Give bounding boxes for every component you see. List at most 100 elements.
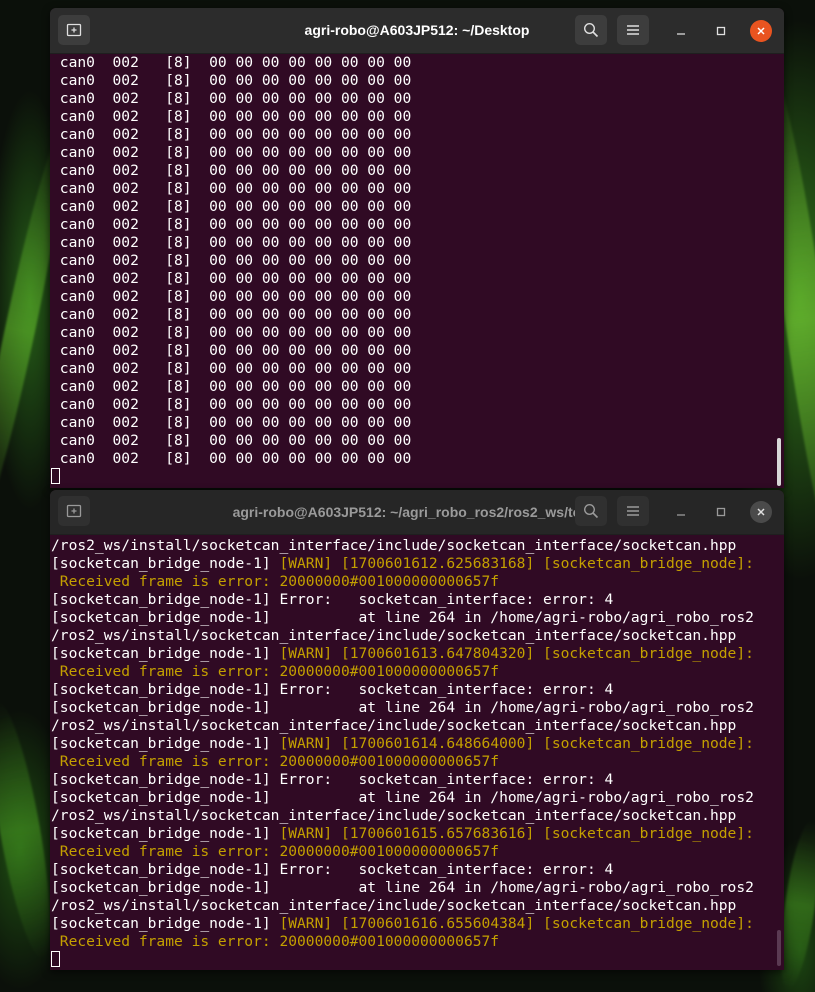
new-tab-icon [66, 23, 82, 37]
terminal-line: /ros2_ws/install/socketcan_interface/inc… [50, 537, 784, 555]
log-text: [socketcan_bridge_node-1] [51, 555, 280, 572]
search-icon [583, 22, 599, 38]
search-button[interactable] [575, 496, 607, 526]
maximize-icon [716, 26, 726, 36]
terminal-line: [socketcan_bridge_node-1] [WARN] [170060… [50, 825, 784, 843]
terminal-line: can0 002 [8] 00 00 00 00 00 00 00 00 [51, 252, 412, 269]
log-text: [socketcan_bridge_node-1] Error: socketc… [51, 771, 614, 788]
terminal-line: can0 002 [8] 00 00 00 00 00 00 00 00 [51, 432, 412, 449]
terminal-line: [socketcan_bridge_node-1] Error: socketc… [50, 861, 784, 879]
log-text: [socketcan_bridge_node-1] at line 264 in… [51, 879, 754, 896]
log-text: [socketcan_bridge_node-1] at line 264 in… [51, 699, 754, 716]
log-text: [socketcan_bridge_node-1] [51, 645, 280, 662]
warn-text: Received frame is error: 20000000#001000… [51, 753, 500, 770]
log-text: [socketcan_bridge_node-1] Error: socketc… [51, 861, 614, 878]
new-tab-button[interactable] [58, 496, 90, 526]
log-text: /ros2_ws/install/socketcan_interface/inc… [51, 537, 737, 554]
terminal-line: can0 002 [8] 00 00 00 00 00 00 00 00 [51, 216, 412, 233]
log-text: /ros2_ws/install/socketcan_interface/inc… [51, 627, 737, 644]
menu-button[interactable] [617, 15, 649, 45]
maximize-button[interactable] [712, 503, 730, 521]
terminal-line: /ros2_ws/install/socketcan_interface/inc… [50, 717, 784, 735]
log-text: [socketcan_bridge_node-1] [51, 915, 280, 932]
warn-text: Received frame is error: 20000000#001000… [51, 573, 500, 590]
maximize-button[interactable] [712, 22, 730, 40]
terminal-line: [socketcan_bridge_node-1] at line 264 in… [50, 789, 784, 807]
close-icon [757, 27, 765, 35]
minimize-button[interactable] [672, 503, 690, 521]
terminal-line: can0 002 [8] 00 00 00 00 00 00 00 00 [51, 180, 412, 197]
warn-text: [WARN] [1700601613.647804320] [socketcan… [279, 645, 754, 662]
warn-text: [WARN] [1700601612.625683168] [socketcan… [279, 555, 754, 572]
scrollbar-thumb[interactable] [777, 438, 781, 486]
minimize-button[interactable] [672, 22, 690, 40]
terminal-line: [socketcan_bridge_node-1] at line 264 in… [50, 699, 784, 717]
warn-text: [WARN] [1700601614.648664000] [socketcan… [279, 735, 754, 752]
terminal-window-ros2[interactable]: agri-robo@A603JP512: ~/agri_robo_ros2/ro… [50, 490, 784, 970]
terminal-line: Received frame is error: 20000000#001000… [50, 573, 784, 591]
log-text: [socketcan_bridge_node-1] at line 264 in… [51, 789, 754, 806]
prompt-line [50, 468, 784, 486]
scrollbar-thumb[interactable] [777, 930, 781, 966]
terminal-line: Received frame is error: 20000000#001000… [50, 663, 784, 681]
terminal-line: [socketcan_bridge_node-1] at line 264 in… [50, 609, 784, 627]
terminal-line: can0 002 [8] 00 00 00 00 00 00 00 00 [51, 126, 412, 143]
terminal-line: can0 002 [8] 00 00 00 00 00 00 00 00 [51, 72, 412, 89]
warn-text: [WARN] [1700601615.657683616] [socketcan… [279, 825, 754, 842]
terminal-line: [socketcan_bridge_node-1] Error: socketc… [50, 681, 784, 699]
terminal-line: [socketcan_bridge_node-1] [WARN] [170060… [50, 915, 784, 933]
terminal-line: Received frame is error: 20000000#001000… [50, 753, 784, 771]
window-titlebar[interactable]: agri-robo@A603JP512: ~/agri_robo_ros2/ro… [50, 490, 784, 535]
terminal-window-candump[interactable]: agri-robo@A603JP512: ~/Desktop can0 002 … [50, 8, 784, 488]
window-titlebar[interactable]: agri-robo@A603JP512: ~/Desktop [50, 8, 784, 54]
terminal-line: can0 002 [8] 00 00 00 00 00 00 00 00 [51, 288, 412, 305]
terminal-line: can0 002 [8] 00 00 00 00 00 00 00 00 [51, 162, 412, 179]
terminal-line: [socketcan_bridge_node-1] [WARN] [170060… [50, 735, 784, 753]
terminal-line: [socketcan_bridge_node-1] at line 264 in… [50, 879, 784, 897]
log-text: /ros2_ws/install/socketcan_interface/inc… [51, 717, 737, 734]
close-button[interactable] [750, 20, 772, 42]
terminal-line: can0 002 [8] 00 00 00 00 00 00 00 00 [51, 270, 412, 287]
log-text: [socketcan_bridge_node-1] at line 264 in… [51, 609, 754, 626]
terminal-output[interactable]: can0 002 [8] 00 00 00 00 00 00 00 00 can… [50, 54, 784, 488]
terminal-cursor [51, 468, 60, 484]
terminal-line: can0 002 [8] 00 00 00 00 00 00 00 00 [51, 450, 412, 467]
terminal-output[interactable]: /ros2_ws/install/socketcan_interface/inc… [50, 535, 784, 970]
terminal-line: can0 002 [8] 00 00 00 00 00 00 00 00 [51, 90, 412, 107]
terminal-line: can0 002 [8] 00 00 00 00 00 00 00 00 [51, 342, 412, 359]
warn-text: Received frame is error: 20000000#001000… [51, 843, 500, 860]
terminal-line: can0 002 [8] 00 00 00 00 00 00 00 00 [51, 234, 412, 251]
search-button[interactable] [575, 15, 607, 45]
terminal-line: can0 002 [8] 00 00 00 00 00 00 00 00 [51, 378, 412, 395]
log-text: [socketcan_bridge_node-1] [51, 825, 280, 842]
log-text: /ros2_ws/install/socketcan_interface/inc… [51, 807, 737, 824]
terminal-line: Received frame is error: 20000000#001000… [50, 933, 784, 951]
menu-button[interactable] [617, 496, 649, 526]
terminal-line: [socketcan_bridge_node-1] Error: socketc… [50, 591, 784, 609]
terminal-line: can0 002 [8] 00 00 00 00 00 00 00 00 [51, 144, 412, 161]
terminal-line: can0 002 [8] 00 00 00 00 00 00 00 00 [51, 360, 412, 377]
terminal-line: can0 002 [8] 00 00 00 00 00 00 00 00 [51, 396, 412, 413]
terminal-line: [socketcan_bridge_node-1] [WARN] [170060… [50, 645, 784, 663]
close-button[interactable] [750, 501, 772, 523]
terminal-line: [socketcan_bridge_node-1] Error: socketc… [50, 771, 784, 789]
log-text: [socketcan_bridge_node-1] Error: socketc… [51, 591, 614, 608]
log-text: [socketcan_bridge_node-1] [51, 735, 280, 752]
terminal-line: can0 002 [8] 00 00 00 00 00 00 00 00 [51, 324, 412, 341]
terminal-line: can0 002 [8] 00 00 00 00 00 00 00 00 [51, 414, 412, 431]
terminal-line: can0 002 [8] 00 00 00 00 00 00 00 00 [51, 108, 412, 125]
minimize-icon [677, 514, 685, 516]
new-tab-button[interactable] [58, 15, 90, 45]
terminal-cursor [51, 951, 60, 967]
terminal-line: Received frame is error: 20000000#001000… [50, 843, 784, 861]
terminal-line: can0 002 [8] 00 00 00 00 00 00 00 00 [51, 306, 412, 323]
terminal-line: /ros2_ws/install/socketcan_interface/inc… [50, 807, 784, 825]
warn-text: Received frame is error: 20000000#001000… [51, 663, 500, 680]
minimize-icon [677, 33, 685, 35]
log-text: [socketcan_bridge_node-1] Error: socketc… [51, 681, 614, 698]
close-icon [757, 508, 765, 516]
hamburger-menu-icon [627, 506, 639, 516]
warn-text: [WARN] [1700601616.655604384] [socketcan… [279, 915, 754, 932]
terminal-line: [socketcan_bridge_node-1] [WARN] [170060… [50, 555, 784, 573]
search-icon [583, 503, 599, 519]
